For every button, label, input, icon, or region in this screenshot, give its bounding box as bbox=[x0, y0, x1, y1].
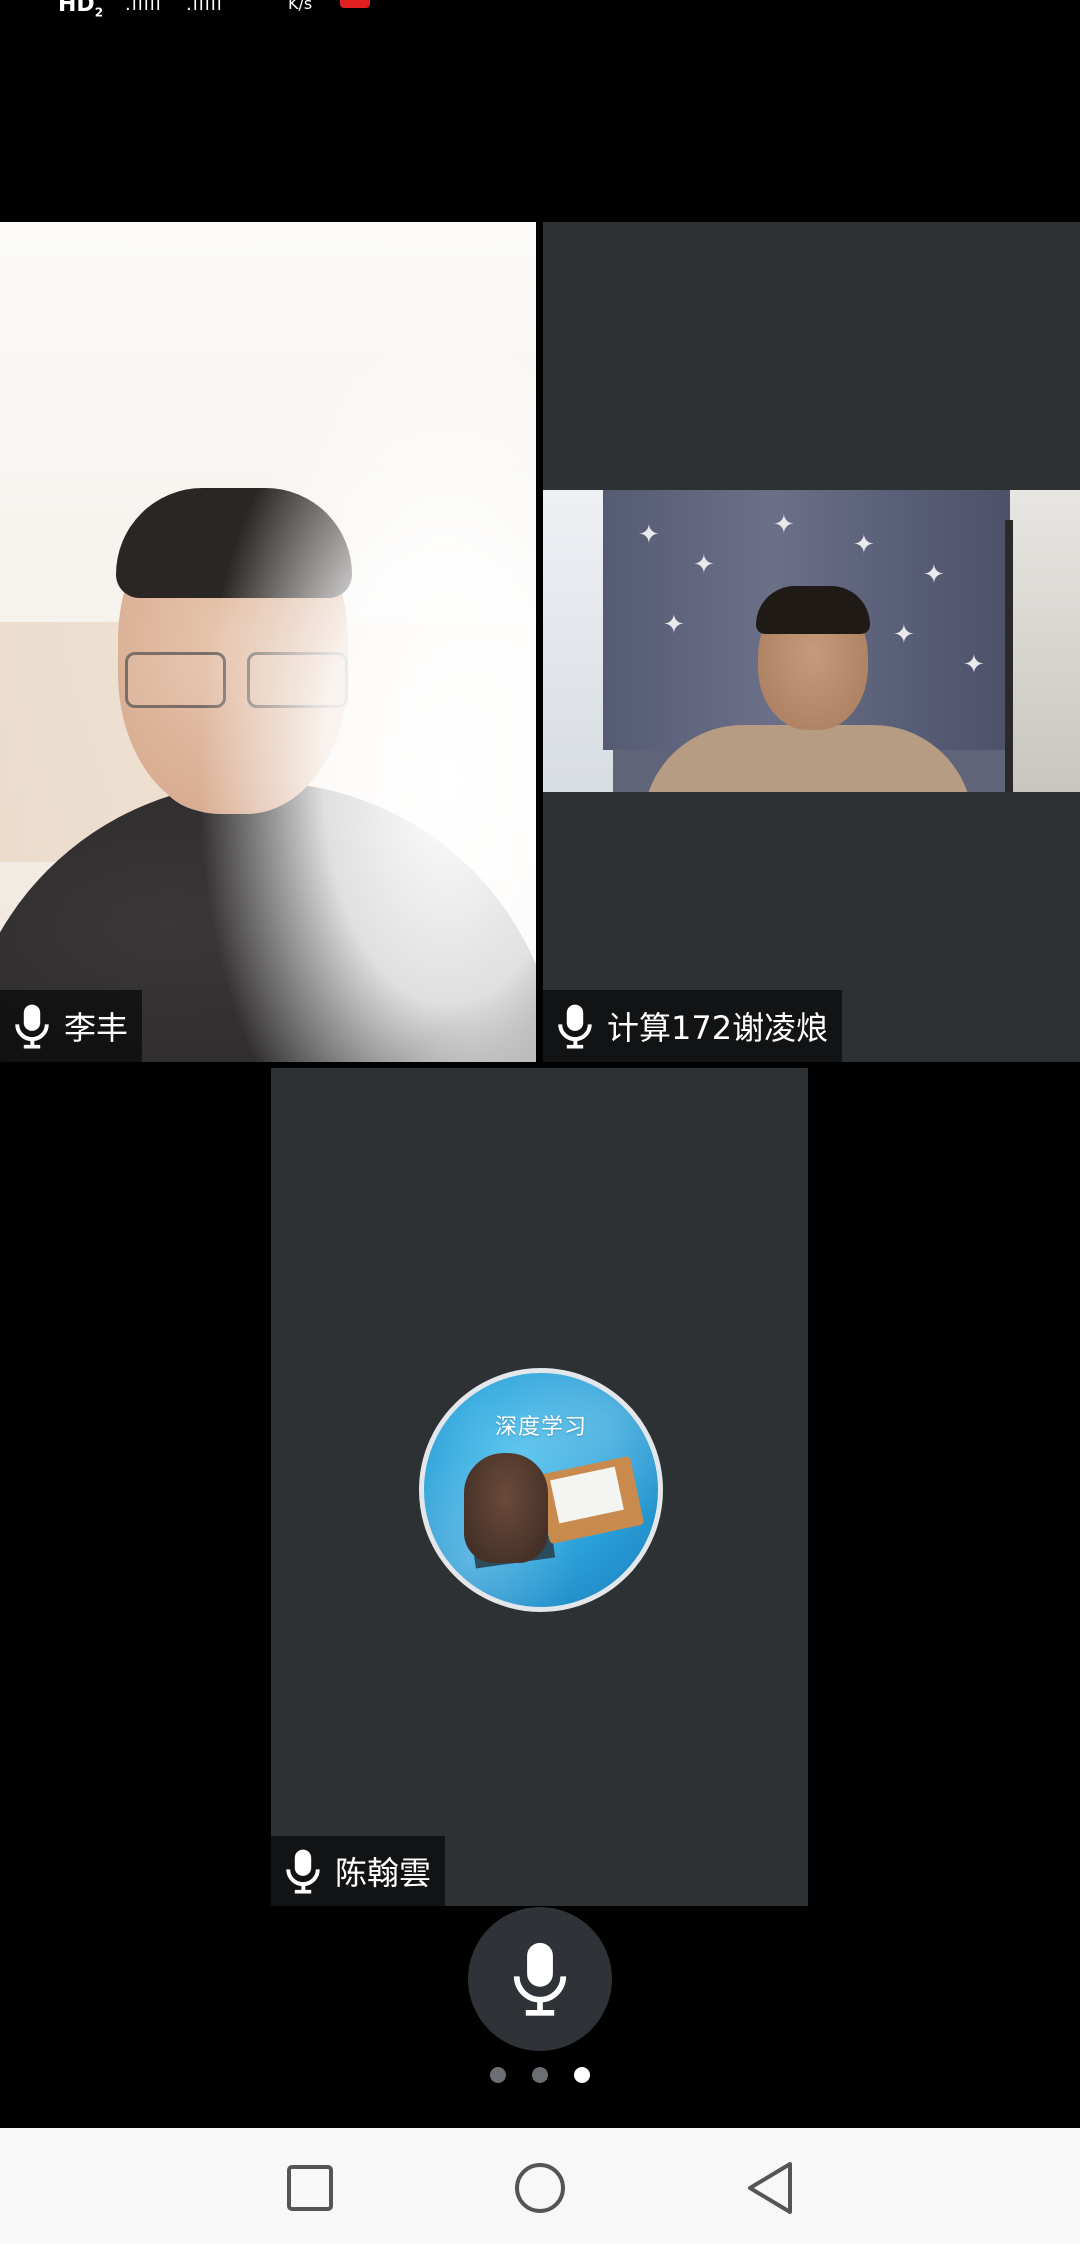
mic-icon bbox=[558, 1004, 592, 1049]
mute-toggle-button[interactable] bbox=[468, 1907, 612, 2051]
page-indicator bbox=[486, 2067, 594, 2083]
hd-voice-indicator: HD2 bbox=[58, 0, 104, 20]
participant-name-label: 李丰 bbox=[0, 990, 143, 1062]
video-tile-participant-1[interactable]: 李丰 bbox=[0, 222, 536, 1062]
notification-badge bbox=[340, 0, 370, 8]
mic-icon bbox=[15, 1004, 49, 1049]
video-tile-participant-2[interactable]: ✦ ✦ ✦ ✦ ✦ ✦ ✦ ✦ 计算172谢凌烺 bbox=[543, 222, 1080, 1062]
home-button[interactable] bbox=[500, 2148, 580, 2228]
back-icon bbox=[748, 2162, 792, 2214]
page-dot[interactable] bbox=[490, 2067, 506, 2083]
status-bar: HD2 .ıllıl .ıllıl K/s bbox=[0, 0, 1080, 20]
video-feed: ✦ ✦ ✦ ✦ ✦ ✦ ✦ ✦ bbox=[543, 490, 1080, 792]
page-dot-active[interactable] bbox=[574, 2067, 590, 2083]
signal-strength-icon-2: .ıllıl bbox=[186, 0, 223, 15]
participant-name: 陈翰雲 bbox=[335, 1854, 432, 1892]
signal-strength-icon: .ıllıl bbox=[125, 0, 162, 15]
system-navigation-bar bbox=[0, 2128, 1080, 2244]
mic-icon bbox=[286, 1849, 320, 1894]
recent-apps-button[interactable] bbox=[270, 2148, 350, 2228]
avatar-caption: 深度学习 bbox=[494, 1415, 587, 1440]
home-icon bbox=[515, 2163, 565, 2213]
mic-icon bbox=[513, 1942, 567, 2016]
video-tile-participant-3[interactable]: 深度学习 陈翰雲 bbox=[271, 1068, 808, 1906]
network-speed: K/s bbox=[288, 0, 313, 13]
participant-name: 计算172谢凌烺 bbox=[607, 1009, 829, 1047]
recent-apps-icon bbox=[287, 2165, 333, 2211]
page-dot[interactable] bbox=[532, 2067, 548, 2083]
meeting-screen: HD2 .ıllıl .ıllıl K/s 李丰 ✦ ✦ ✦ ✦ ✦ ✦ ✦ ✦… bbox=[0, 0, 1080, 2244]
back-button[interactable] bbox=[730, 2148, 810, 2228]
participant-name: 李丰 bbox=[64, 1009, 129, 1047]
participant-name-label: 陈翰雲 bbox=[271, 1836, 446, 1906]
participant-name-label: 计算172谢凌烺 bbox=[543, 990, 843, 1062]
participant-avatar: 深度学习 bbox=[419, 1368, 663, 1612]
